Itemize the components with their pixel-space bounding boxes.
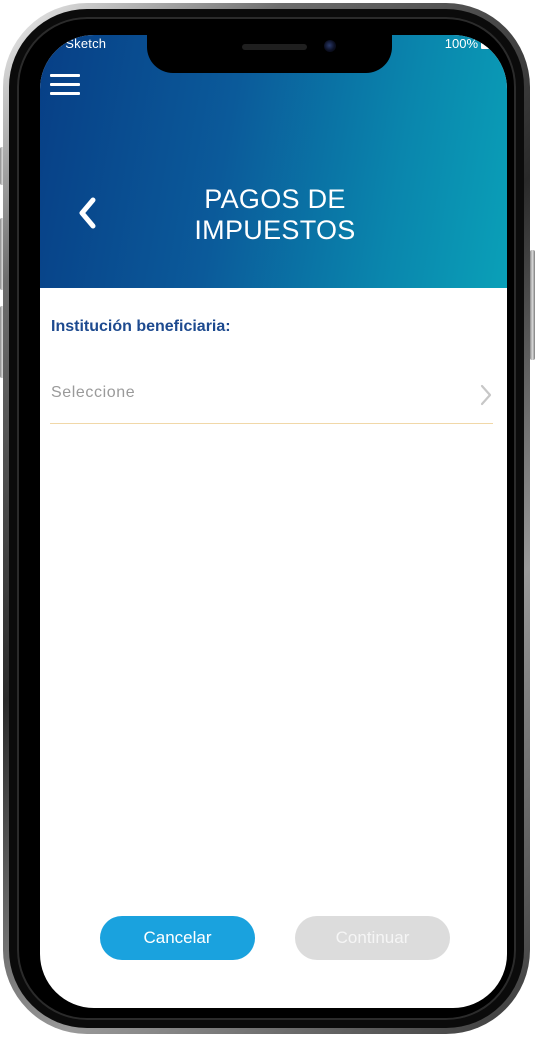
carrier-name: Sketch (65, 36, 107, 51)
chevron-left-icon (79, 197, 96, 229)
institution-select[interactable]: Seleccione (50, 377, 493, 424)
page-title-line2: IMPUESTOS (194, 215, 356, 245)
battery-icon (481, 40, 491, 49)
device-notch (147, 35, 392, 73)
institution-label: Institución beneficiaria: (51, 318, 231, 335)
continue-button[interactable]: Continuar (295, 916, 450, 960)
status-carrier: ●● Sketch (52, 36, 106, 51)
institution-placeholder: Seleccione (51, 384, 136, 401)
back-button[interactable] (74, 195, 102, 231)
app-screen: ●● Sketch 100% PAGOS DE IMPUESTOS Institu… (40, 35, 507, 1008)
hamburger-menu-icon[interactable] (50, 71, 82, 97)
battery-percent: 100% (444, 36, 478, 51)
front-camera (324, 40, 336, 52)
power-button (530, 250, 535, 360)
chevron-right-icon (479, 383, 493, 412)
earpiece-speaker (242, 44, 307, 50)
page-title-line1: PAGOS DE (204, 184, 346, 214)
device-mockup: ●● Sketch 100% PAGOS DE IMPUESTOS Institu… (0, 0, 535, 1037)
cancel-button[interactable]: Cancelar (100, 916, 255, 960)
signal-icon: ●● (52, 39, 64, 49)
page-title: PAGOS DE IMPUESTOS (150, 184, 400, 246)
status-battery: 100% (445, 36, 491, 51)
